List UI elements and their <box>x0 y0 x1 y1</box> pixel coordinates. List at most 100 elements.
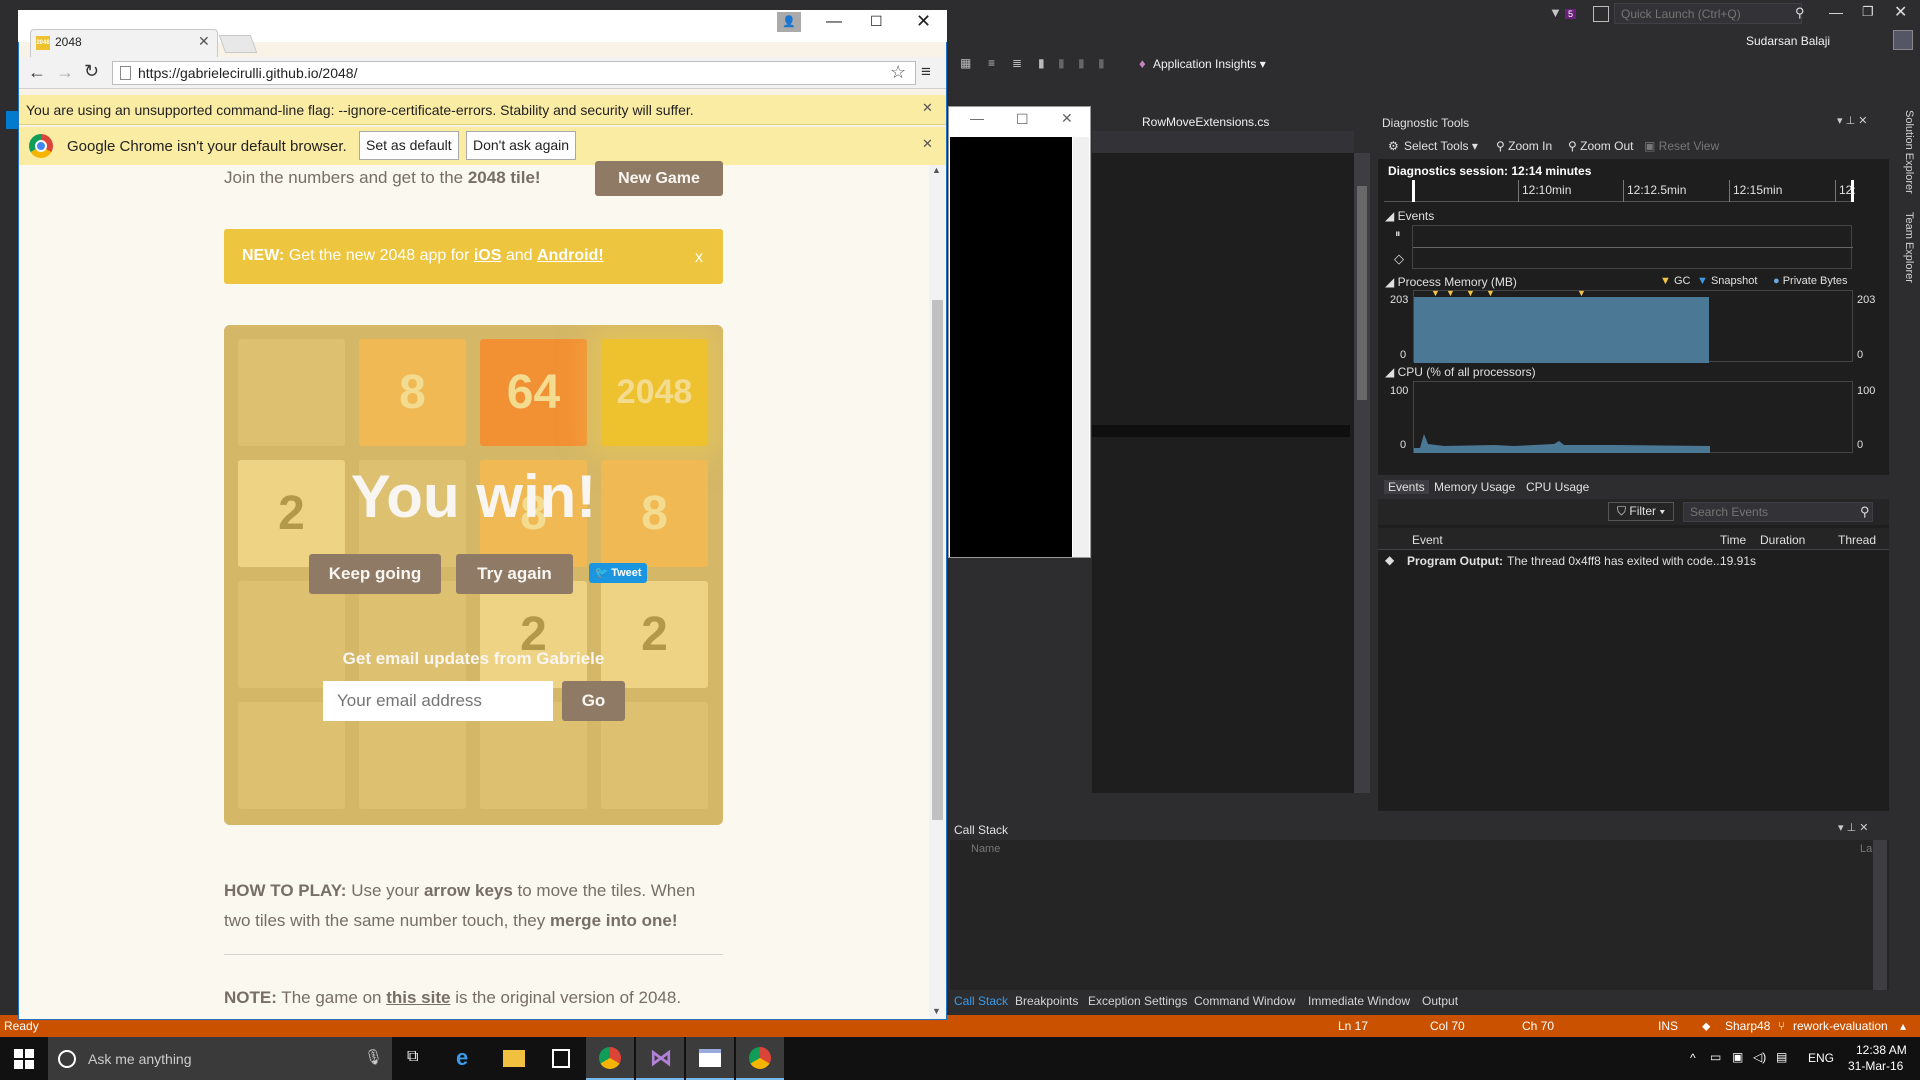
bookmark-icon[interactable]: ▮ <box>1038 56 1045 70</box>
bookmark-next-icon[interactable]: ▮ <box>1078 56 1085 70</box>
memory-graph[interactable]: ▼ ▼ ▼ ▼ ▼ <box>1413 288 1853 363</box>
close-icon[interactable]: ✕ <box>922 100 933 116</box>
language-indicator[interactable]: ENG <box>1808 1051 1834 1065</box>
column-name[interactable]: Name <box>971 843 1000 855</box>
taskbar-edge[interactable]: e <box>442 1037 490 1080</box>
taskbar-store[interactable] <box>538 1037 586 1080</box>
code-editor[interactable] <box>1092 153 1354 793</box>
events-track[interactable] <box>1412 225 1853 269</box>
reload-icon[interactable]: ↻ <box>84 61 99 82</box>
chevron-up-icon[interactable]: ▴ <box>1900 1019 1906 1033</box>
avatar[interactable] <box>1893 30 1913 50</box>
scroll-up-icon[interactable]: ▲ <box>932 165 941 175</box>
email-field[interactable] <box>323 681 553 721</box>
back-arrow-icon[interactable]: ← <box>28 62 46 83</box>
application-insights-dropdown[interactable]: Application Insights ▾ <box>1153 57 1266 71</box>
status-repo[interactable]: Sharp48 <box>1725 1019 1770 1033</box>
close-icon[interactable]: ✕ <box>922 136 933 152</box>
editor-tab[interactable]: RowMoveExtensions.cs <box>1142 115 1269 129</box>
pin-icon[interactable]: ▾ ⊥ ✕ <box>1838 821 1868 834</box>
vs-restore-button[interactable]: ❐ <box>1862 4 1874 20</box>
console-close-button[interactable]: ✕ <box>1061 110 1073 127</box>
server-explorer-tab[interactable] <box>6 111 18 129</box>
search-icon[interactable]: ⚲ <box>1795 5 1805 21</box>
toolbar-icon[interactable]: ≣ <box>1012 56 1022 70</box>
timeline-ruler[interactable]: 12:10min 12:12.5min 12:15min 12: <box>1384 180 1856 202</box>
status-branch[interactable]: rework-evaluation <box>1793 1019 1888 1033</box>
volume-icon[interactable]: ◁) <box>1753 1050 1766 1064</box>
cpu-graph[interactable] <box>1413 381 1853 453</box>
tab-memory-usage[interactable]: Memory Usage <box>1434 480 1515 494</box>
taskbar-console[interactable] <box>686 1037 734 1080</box>
menu-icon[interactable]: ≡ <box>921 62 931 82</box>
zoom-in-button[interactable]: ⚲ Zoom In <box>1496 139 1552 153</box>
set-as-default-button[interactable]: Set as default <box>359 131 459 160</box>
chevron-up-icon[interactable]: ^ <box>1690 1051 1696 1065</box>
console-minimize-button[interactable]: — <box>970 110 984 126</box>
toolbar-icon[interactable]: ≡ <box>988 56 995 70</box>
android-link[interactable]: Android! <box>537 247 604 264</box>
bookmark-star-icon[interactable]: ☆ <box>890 62 906 83</box>
events-section-title[interactable]: ◢ Events <box>1385 209 1434 223</box>
battery-icon[interactable]: ▭ <box>1710 1050 1721 1064</box>
taskbar-visual-studio[interactable]: ⋈ <box>636 1037 684 1080</box>
zoom-out-button[interactable]: ⚲ Zoom Out <box>1568 139 1633 153</box>
cpu-section-title[interactable]: ◢ CPU (% of all processors) <box>1385 365 1536 379</box>
solution-explorer-tab[interactable]: Solution Explorer <box>1903 110 1915 194</box>
scroll-down-icon[interactable]: ▼ <box>932 1006 941 1016</box>
network-icon[interactable]: ▣ <box>1732 1050 1743 1064</box>
column-duration[interactable]: Duration <box>1760 533 1805 547</box>
go-button[interactable]: Go <box>562 681 625 721</box>
chrome-minimize-button[interactable]: — <box>826 13 842 31</box>
taskbar-chrome[interactable] <box>586 1037 634 1080</box>
timeline-start-marker[interactable] <box>1412 180 1415 202</box>
tab-output[interactable]: Output <box>1422 994 1458 1008</box>
promo-close-button[interactable]: x <box>695 249 703 267</box>
clock-time[interactable]: 12:38 AM <box>1856 1043 1907 1057</box>
chrome-close-button[interactable]: ✕ <box>916 11 931 32</box>
select-tools-button[interactable]: Select Tools ▾ <box>1404 139 1478 153</box>
page-icon[interactable] <box>120 66 131 80</box>
this-site-link[interactable]: this site <box>386 988 450 1007</box>
feedback-icon[interactable] <box>1593 6 1609 22</box>
quick-launch-input[interactable] <box>1614 3 1802 24</box>
notification-filter-icon[interactable]: ▼ 5 <box>1549 5 1577 23</box>
tab-breakpoints[interactable]: Breakpoints <box>1015 994 1078 1008</box>
tab-command-window[interactable]: Command Window <box>1194 994 1295 1008</box>
clock-date[interactable]: 31-Mar-16 <box>1848 1059 1903 1073</box>
tweet-button[interactable]: 🐦 Tweet <box>589 563 647 583</box>
profile-icon[interactable]: 👤 <box>777 12 801 32</box>
chrome-maximize-button[interactable]: ☐ <box>870 13 883 30</box>
tab-events[interactable]: Events <box>1384 480 1429 494</box>
filter-button[interactable]: ⛉ Filter ▾ <box>1608 502 1675 521</box>
new-tab-button[interactable] <box>218 35 258 53</box>
new-game-button[interactable]: New Game <box>595 161 723 196</box>
table-row[interactable]: ◆ Program Output: The thread 0x4ff8 has … <box>1385 553 1885 571</box>
search-events-input[interactable] <box>1683 502 1873 522</box>
bookmark-prev-icon[interactable]: ▮ <box>1058 56 1065 70</box>
call-stack-scrollbar[interactable] <box>1873 840 1887 990</box>
task-view-button[interactable]: ⧉ <box>392 1037 440 1080</box>
page-scroll-thumb[interactable] <box>932 300 943 820</box>
column-thread[interactable]: Thread <box>1838 533 1876 547</box>
console-maximize-button[interactable]: ☐ <box>1016 111 1029 128</box>
tab-cpu-usage[interactable]: CPU Usage <box>1526 480 1589 494</box>
address-url[interactable]: https://gabrielecirulli.github.io/2048/ <box>138 65 357 81</box>
editor-scroll-thumb[interactable] <box>1357 186 1367 400</box>
microphone-icon[interactable]: 🎙 <box>364 1048 383 1066</box>
memory-section-title[interactable]: ◢ Process Memory (MB) <box>1385 275 1517 289</box>
try-again-button[interactable]: Try again <box>456 554 573 594</box>
team-explorer-tab[interactable]: Team Explorer <box>1903 212 1915 283</box>
dont-ask-again-button[interactable]: Don't ask again <box>466 131 577 160</box>
taskbar-chrome-2[interactable] <box>736 1037 784 1080</box>
pin-icon[interactable]: ▾ ⊥ ✕ <box>1837 114 1867 127</box>
tab-call-stack[interactable]: Call Stack <box>954 994 1008 1008</box>
ios-link[interactable]: iOS <box>474 247 502 264</box>
timeline-end-marker[interactable] <box>1851 180 1854 202</box>
tab-close-icon[interactable]: ✕ <box>198 33 210 50</box>
column-time[interactable]: Time <box>1720 533 1746 547</box>
keep-going-button[interactable]: Keep going <box>309 554 441 594</box>
taskbar-file-explorer[interactable] <box>490 1037 538 1080</box>
tab-exception-settings[interactable]: Exception Settings <box>1088 994 1187 1008</box>
forward-arrow-icon[interactable]: → <box>56 62 74 83</box>
